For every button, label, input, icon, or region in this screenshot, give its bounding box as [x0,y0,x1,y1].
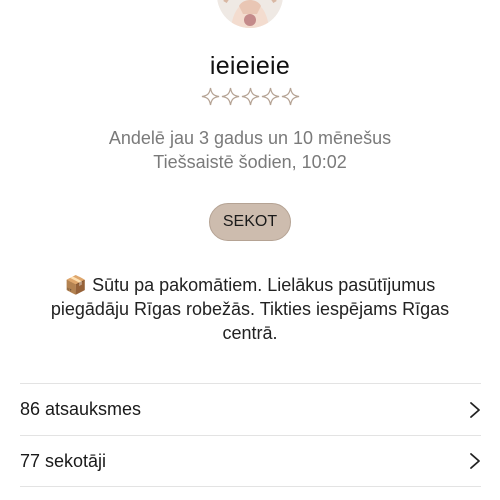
last-online-status: Tiešsaistē šodien, 10:02 [153,152,347,172]
rating-stars [0,87,500,106]
profile-username: ieieieie [209,52,291,80]
chevron-right-icon [470,401,480,418]
star-icon [261,87,279,106]
avatar[interactable] [217,0,283,28]
star-icon [241,87,259,106]
membership-duration: Andelē jau 3 gadus un 10 mēnešus [108,128,392,148]
reviews-label: 86 atsauksmes [20,399,142,419]
star-icon [201,87,219,106]
star-icon [221,87,239,106]
followers-label: 77 sekotāji [20,450,107,471]
profile-bio: 📦 Sūtu pa pakomātiem. Lielākus pasūtījum… [50,275,450,343]
followers-row[interactable]: 77 sekotāji [20,435,481,487]
chevron-right-icon [470,453,480,469]
follow-button[interactable]: SEKOT [209,203,291,241]
star-icon [281,87,299,106]
reviews-row[interactable]: 86 atsauksmes [20,383,481,435]
profile-links-list: 86 atsauksmes 77 sekotāji [20,383,481,487]
